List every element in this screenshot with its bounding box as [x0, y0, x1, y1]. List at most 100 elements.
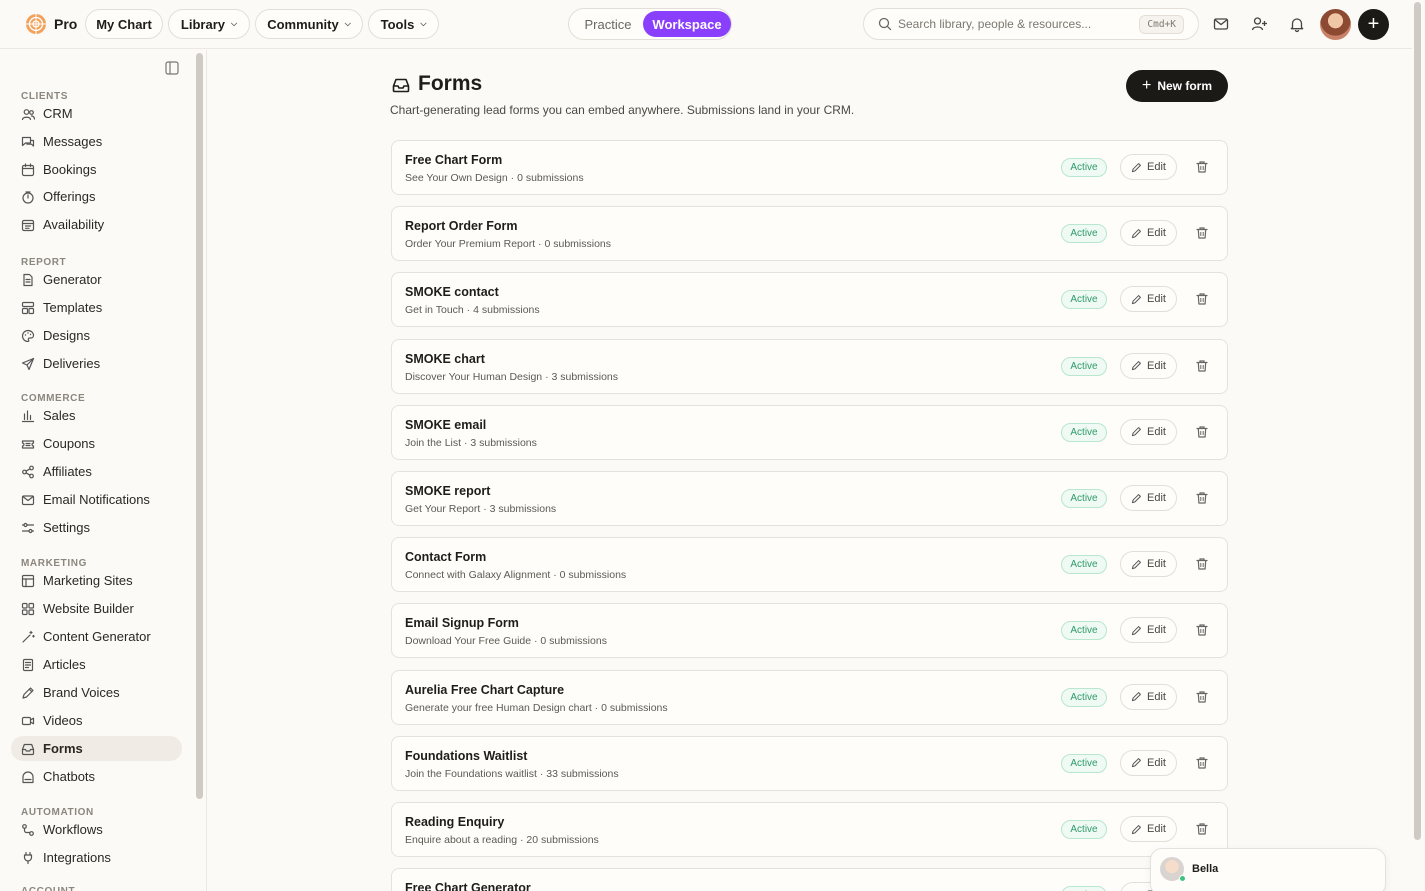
sidebar-item-marketing-sites[interactable]: Marketing Sites: [11, 568, 182, 593]
status-badge: Active: [1061, 356, 1107, 376]
sidebar-item-articles[interactable]: Articles: [11, 652, 182, 677]
form-name: Email Signup Form: [405, 616, 519, 631]
nav-tools[interactable]: Tools ⌵: [368, 9, 439, 39]
edit-button[interactable]: Edit: [1120, 683, 1177, 710]
form-card[interactable]: Aurelia Free Chart Capture Generate your…: [391, 669, 1228, 725]
trash-icon[interactable]: [1195, 557, 1209, 571]
new-form-button[interactable]: + New form: [1126, 70, 1228, 102]
sidebar-item-crm[interactable]: CRM: [11, 101, 182, 126]
form-card[interactable]: SMOKE contact Get in Touch · 4 submissio…: [391, 272, 1228, 328]
sidebar-item-sales[interactable]: Sales: [11, 403, 182, 428]
plus-icon: +: [1141, 77, 1152, 94]
edit-button[interactable]: Edit: [1120, 286, 1177, 313]
mode-workspace[interactable]: Workspace: [643, 11, 731, 37]
sidebar-item-label: Marketing Sites: [43, 573, 133, 588]
sidebar-item-chatbots[interactable]: Chatbots: [11, 764, 182, 789]
status-badge: Active: [1061, 290, 1107, 310]
mail-icon[interactable]: [1212, 15, 1230, 33]
sidebar-item-settings[interactable]: Settings: [11, 515, 182, 540]
trash-icon[interactable]: [1195, 756, 1209, 770]
sidebar-item-bookings[interactable]: Bookings: [11, 157, 182, 182]
trash-icon[interactable]: [1195, 623, 1209, 637]
video-icon: [21, 716, 35, 726]
sidebar-item-email-notifications[interactable]: Email Notifications: [11, 487, 182, 512]
form-card[interactable]: Email Signup Form Download Your Free Gui…: [391, 603, 1228, 659]
trash-icon[interactable]: [1195, 822, 1209, 836]
sidebar-item-offerings[interactable]: Offerings: [11, 184, 182, 209]
form-card[interactable]: Report Order Form Order Your Premium Rep…: [391, 206, 1228, 262]
sidebar-scroll-thumb[interactable]: [196, 53, 203, 799]
chat-widget[interactable]: Bella: [1150, 848, 1386, 891]
calendar-icon: [21, 162, 35, 176]
sidebar-item-website-builder[interactable]: Website Builder: [11, 596, 182, 621]
sidebar-item-label: Chatbots: [43, 769, 96, 784]
sidebar-item-forms[interactable]: Forms: [11, 736, 182, 761]
trash-icon[interactable]: [1195, 690, 1209, 704]
page-scroll-thumb[interactable]: [1414, 2, 1421, 840]
plug-icon: [23, 851, 33, 865]
sidebar-scrollbar[interactable]: [196, 50, 204, 800]
form-card[interactable]: SMOKE chart Discover Your Human Design ·…: [391, 338, 1228, 394]
trash-icon[interactable]: [1195, 359, 1209, 373]
edit-button[interactable]: Edit: [1120, 749, 1177, 776]
search-placeholder: Search library, people & resources...: [898, 17, 1092, 31]
form-card[interactable]: Contact Form Connect with Galaxy Alignme…: [391, 537, 1228, 593]
pencil-icon: [1131, 427, 1141, 437]
sidebar-item-messages[interactable]: Messages: [11, 129, 182, 154]
logo-icon[interactable]: [25, 13, 47, 35]
trash-icon[interactable]: [1195, 425, 1209, 439]
sidebar-item-workflows[interactable]: Workflows: [11, 817, 182, 842]
sidebar-item-templates[interactable]: Templates: [11, 295, 182, 320]
sidebar-item-availability[interactable]: Availability: [11, 212, 182, 237]
edit-button[interactable]: Edit: [1120, 220, 1177, 247]
form-meta: Join the Foundations waitlist · 33 submi…: [405, 767, 619, 780]
edit-button[interactable]: Edit: [1120, 551, 1177, 578]
edit-button[interactable]: Edit: [1120, 617, 1177, 644]
sidebar-collapse-icon[interactable]: [165, 61, 179, 75]
create-button[interactable]: +: [1358, 9, 1389, 40]
edit-button[interactable]: Edit: [1120, 485, 1177, 511]
form-card[interactable]: SMOKE report Get Your Report · 3 submiss…: [391, 471, 1228, 526]
search-bar[interactable]: Search library, people & resources... Cm…: [863, 8, 1199, 40]
nav-library[interactable]: Library ⌵: [168, 9, 250, 39]
users-icon: [21, 109, 35, 121]
nav-my-chart[interactable]: My Chart: [85, 9, 163, 39]
add-user-icon[interactable]: [1250, 15, 1268, 33]
user-avatar[interactable]: [1320, 9, 1351, 40]
form-card[interactable]: Foundations Waitlist Join the Foundation…: [391, 735, 1228, 791]
sidebar-item-deliveries[interactable]: Deliveries: [11, 351, 182, 376]
bell-icon[interactable]: [1288, 15, 1306, 33]
mode-practice[interactable]: Practice: [575, 11, 641, 37]
sidebar-item-brand-voices[interactable]: Brand Voices: [11, 680, 182, 705]
edit-button[interactable]: Edit: [1120, 352, 1177, 379]
form-card[interactable]: SMOKE email Join the List · 3 submission…: [391, 404, 1228, 460]
sidebar-item-integrations[interactable]: Integrations: [11, 845, 182, 870]
pencil-icon: [1131, 162, 1141, 172]
edit-label: Edit: [1147, 492, 1166, 504]
page-scrollbar[interactable]: [1414, 0, 1422, 891]
form-card[interactable]: Reading Enquiry Enquire about a reading …: [391, 802, 1228, 857]
calendar-clock-icon: [21, 220, 35, 232]
sidebar-item-designs[interactable]: Designs: [11, 323, 182, 348]
sidebar-item-content-generator[interactable]: Content Generator: [11, 624, 182, 649]
trash-icon[interactable]: [1195, 491, 1209, 505]
sidebar-item-generator[interactable]: Generator: [11, 267, 182, 292]
messages-icon: [21, 136, 35, 147]
trash-icon[interactable]: [1195, 292, 1209, 306]
edit-button[interactable]: Edit: [1120, 154, 1177, 180]
new-form-label: New form: [1157, 79, 1213, 93]
inbox-icon: [392, 78, 410, 93]
mail-icon: [21, 495, 35, 505]
templates-icon: [21, 301, 35, 315]
edit-button[interactable]: Edit: [1120, 816, 1177, 842]
edit-button[interactable]: Edit: [1120, 418, 1177, 445]
online-indicator: [1179, 875, 1186, 882]
sidebar-item-affiliates[interactable]: Affiliates: [11, 459, 182, 484]
form-card[interactable]: Free Chart Form See Your Own Design · 0 …: [391, 140, 1228, 195]
sidebar-item-videos[interactable]: Videos: [11, 708, 182, 733]
sidebar-item-coupons[interactable]: Coupons: [11, 431, 182, 456]
trash-icon[interactable]: [1195, 160, 1209, 174]
trash-icon[interactable]: [1195, 226, 1209, 240]
form-card[interactable]: Free Chart Generator Active Edit: [391, 868, 1228, 891]
nav-community[interactable]: Community ⌵: [255, 9, 363, 39]
